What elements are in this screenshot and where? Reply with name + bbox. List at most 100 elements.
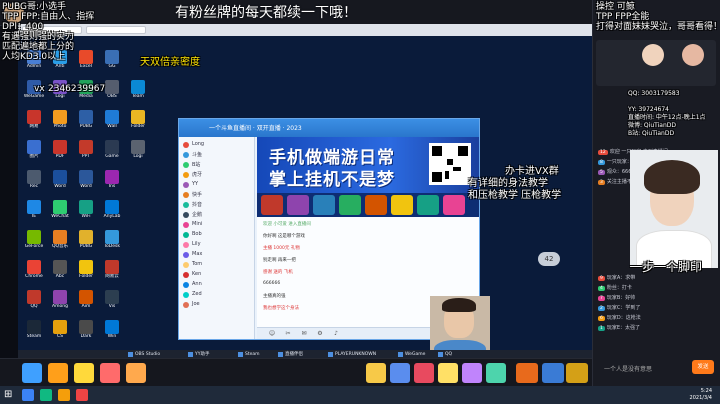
- gift-icon[interactable]: [390, 363, 410, 383]
- sidebar-item[interactable]: 斗鱼: [181, 151, 253, 159]
- desktop-icon[interactable]: Dark: [74, 320, 98, 339]
- gift-icon[interactable]: [74, 363, 94, 383]
- desktop-icon[interactable]: IE: [22, 200, 46, 219]
- desktop-icon[interactable]: WeChat: [48, 200, 72, 219]
- send-button[interactable]: 发送: [692, 360, 714, 374]
- sidebar-item[interactable]: Ann: [181, 281, 253, 289]
- sidebar-item[interactable]: Tom: [181, 261, 253, 269]
- gift-icon[interactable]: [486, 363, 506, 383]
- desktop-icon[interactable]: Ins: [100, 170, 124, 189]
- gift-icon[interactable]: [366, 363, 386, 383]
- desktop-icon[interactable]: Wall: [100, 110, 124, 129]
- desktop-icon[interactable]: PDF: [48, 140, 72, 159]
- avatar[interactable]: [642, 44, 664, 66]
- sidebar-item[interactable]: YY: [181, 181, 253, 189]
- chat-message: 4 粉丝：打卡: [598, 285, 632, 291]
- desktop-icon[interactable]: Word: [48, 170, 72, 189]
- sidebar-item[interactable]: B站: [181, 161, 253, 169]
- sidebar-item[interactable]: 快手: [181, 191, 253, 199]
- danmaku-placeholder: 一个人是没有意思: [604, 366, 653, 373]
- overlay-line: TPP FPP:自由人、指挥: [2, 12, 95, 22]
- app-titlebar: 一个斗鱼直播间 · 双开直播 · 2023: [179, 119, 479, 137]
- desktop-icon[interactable]: 网易云: [100, 260, 124, 279]
- desktop-icon[interactable]: GG: [100, 50, 124, 69]
- sidebar-item[interactable]: Ken: [181, 271, 253, 279]
- desktop-icon[interactable]: CS: [48, 320, 72, 339]
- system-clock: 5:24 2021/3/4: [690, 388, 712, 402]
- desktop-icon[interactable]: Photo: [48, 110, 72, 129]
- gift-icon[interactable]: [438, 363, 458, 383]
- toolbar-icon[interactable]: ♪: [331, 330, 341, 338]
- toolbar-icon[interactable]: ✉: [299, 330, 309, 338]
- app-sidebar: Long 斗鱼 B站 虎牙 YY 快手 抖音 企鹅 Mini Bob Lily …: [179, 137, 255, 339]
- desktop-icon[interactable]: Win: [100, 320, 124, 339]
- toolbar-icon[interactable]: ⚙: [315, 330, 325, 338]
- sidebar-item[interactable]: Zed: [181, 291, 253, 299]
- desktop-icon[interactable]: Word: [74, 170, 98, 189]
- desktop-icon[interactable]: ToDesk: [100, 230, 124, 249]
- gift-icon[interactable]: [48, 363, 68, 383]
- gift-icon[interactable]: [126, 363, 146, 383]
- overlay-line: 有遇强则强的实力: [2, 32, 75, 42]
- toolbar-icon[interactable]: ☺: [267, 330, 277, 338]
- sidebar-item[interactable]: Mini: [181, 221, 253, 229]
- sidebar-item[interactable]: Joe: [181, 301, 253, 309]
- sidebar-item[interactable]: 企鹅: [181, 211, 253, 219]
- desktop-icon[interactable]: Folder: [74, 260, 98, 279]
- sidebar-item[interactable]: Long: [181, 141, 253, 149]
- desktop-icon[interactable]: Excel: [74, 50, 98, 69]
- gift-button[interactable]: [516, 363, 538, 383]
- sidebar-item[interactable]: Lily: [181, 241, 253, 249]
- desktop-icon[interactable]: Steam: [22, 320, 46, 339]
- desktop-icon[interactable]: Abc: [48, 260, 72, 279]
- desktop-icon[interactable]: PUBG: [74, 230, 98, 249]
- sidebar-item[interactable]: 虎牙: [181, 171, 253, 179]
- chat-line: 欢迎 小可爱 进入直播间: [263, 222, 311, 227]
- gift-button[interactable]: [542, 363, 564, 383]
- sidebar-item[interactable]: 抖音: [181, 201, 253, 209]
- desktop-icon[interactable]: Rec: [22, 170, 46, 189]
- sidebar-item[interactable]: Max: [181, 251, 253, 259]
- gift-button[interactable]: [566, 363, 588, 383]
- desktop-icon[interactable]: Chrome: [22, 260, 46, 279]
- browser-tab[interactable]: [86, 26, 146, 34]
- overlay-line: 和压枪教学 压枪教学: [468, 190, 562, 201]
- gift-icon[interactable]: [414, 363, 434, 383]
- desktop-icon[interactable]: QQ: [22, 290, 46, 309]
- desktop-icon[interactable]: Game: [100, 140, 124, 159]
- taskbar-app-icon[interactable]: [22, 389, 34, 401]
- desktop-icon[interactable]: QQ音乐: [48, 230, 72, 249]
- desktop-icon[interactable]: 图片: [22, 140, 46, 159]
- gift-icon[interactable]: [22, 363, 42, 383]
- facecam-caption: 一步一个脚印: [630, 260, 703, 274]
- info-line: 微博: QiuTianDD: [628, 122, 676, 129]
- taskbar-app-icon[interactable]: [76, 389, 88, 401]
- desktop-icon[interactable]: WiFi: [74, 200, 98, 219]
- qr-code-icon: [429, 143, 471, 185]
- desktop-icon[interactable]: Team: [126, 80, 150, 99]
- desktop-icon[interactable]: Logi: [126, 140, 150, 159]
- avatar[interactable]: [682, 44, 704, 66]
- desktop-icon[interactable]: PPT: [74, 140, 98, 159]
- desktop-icon[interactable]: Folder: [126, 110, 150, 129]
- chat-message: 1 玩家E：太强了: [598, 325, 641, 331]
- gift-icon[interactable]: [100, 363, 120, 383]
- sidebar-item[interactable]: Bob: [181, 231, 253, 239]
- danmaku-input[interactable]: 一个人是没有意思 发送: [596, 358, 716, 376]
- zoom-badge: 42: [538, 252, 560, 266]
- taskbar-app-icon[interactable]: [58, 389, 70, 401]
- facecam: [630, 150, 718, 268]
- taskbar-app-icon[interactable]: [40, 389, 52, 401]
- desktop-icon[interactable]: GeForce: [22, 230, 46, 249]
- gift-icon[interactable]: [462, 363, 482, 383]
- toolbar-icon[interactable]: ✂: [283, 330, 293, 338]
- desktop-icon[interactable]: Aim: [74, 290, 98, 309]
- chat-line: 我也想学这个身法: [263, 306, 299, 311]
- chat-line: 感谢 送的 飞机: [263, 270, 293, 275]
- desktop-icon[interactable]: 网易: [22, 110, 46, 129]
- desktop-icon[interactable]: Among: [48, 290, 72, 309]
- desktop-icon[interactable]: PUBG: [74, 110, 98, 129]
- desktop-icon[interactable]: AnyLab: [100, 200, 124, 219]
- desktop-icon[interactable]: Vis: [100, 290, 124, 309]
- windows-start-icon[interactable]: ⊞: [4, 390, 14, 400]
